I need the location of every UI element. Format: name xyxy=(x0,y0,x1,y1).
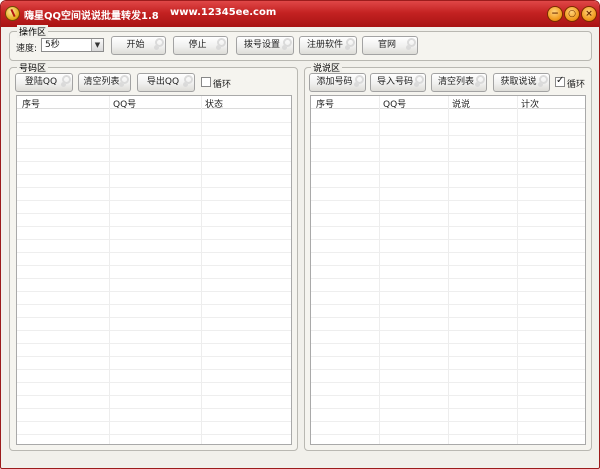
close-button[interactable]: × xyxy=(581,6,597,22)
column-header-qq[interactable]: QQ号 xyxy=(113,97,136,110)
button-decoration-icon xyxy=(184,75,193,84)
talks-list[interactable]: 序号 QQ号 说说 计次 xyxy=(310,95,586,445)
window-title: 嗨星QQ空间说说批量转发1.8 xyxy=(24,11,159,22)
talks-loop-checkbox[interactable] xyxy=(555,75,565,87)
title-url: www.12345ee.com xyxy=(170,7,277,18)
column-header-count[interactable]: 计次 xyxy=(521,97,539,110)
export-qq-button[interactable]: 导出QQ xyxy=(137,73,195,92)
website-button-label: 官网 xyxy=(377,40,396,50)
column-header-index[interactable]: 序号 xyxy=(22,97,40,110)
button-decoration-icon xyxy=(476,75,485,84)
clear-talks-button[interactable]: 清空列表 xyxy=(431,73,487,92)
stop-button-label: 停止 xyxy=(188,40,207,50)
import-number-button[interactable]: 导入号码 xyxy=(370,73,426,92)
column-header-index[interactable]: 序号 xyxy=(316,97,334,110)
fetch-talks-button[interactable]: 获取说说 xyxy=(493,73,550,92)
button-decoration-icon xyxy=(539,75,548,84)
export-qq-button-label: 导出QQ xyxy=(146,77,180,87)
column-header-status[interactable]: 状态 xyxy=(205,97,223,110)
speed-select[interactable]: 5秒 ▼ xyxy=(41,38,104,52)
start-button[interactable]: 开始 xyxy=(111,36,166,55)
speed-value: 5秒 xyxy=(45,40,60,50)
dial-settings-button[interactable]: 拨号设置 xyxy=(236,36,294,55)
stop-button[interactable]: 停止 xyxy=(173,36,228,55)
column-divider xyxy=(379,96,380,444)
column-header-qq[interactable]: QQ号 xyxy=(383,97,406,110)
column-divider xyxy=(201,96,202,444)
button-decoration-icon xyxy=(407,38,416,47)
register-button[interactable]: 注册软件 xyxy=(299,36,357,55)
register-button-label: 注册软件 xyxy=(306,40,343,50)
title-bar[interactable]: 嗨星QQ空间说说批量转发1.8 www.12345ee.com − ○ × xyxy=(1,1,599,27)
button-decoration-icon xyxy=(355,75,364,84)
app-window: 嗨星QQ空间说说批量转发1.8 www.12345ee.com − ○ × 操作… xyxy=(0,0,600,469)
numbers-list[interactable]: 序号 QQ号 状态 xyxy=(16,95,292,445)
button-decoration-icon xyxy=(120,75,129,84)
ops-group-label: 操作区 xyxy=(17,25,49,38)
add-number-button[interactable]: 添加号码 xyxy=(309,73,366,92)
button-decoration-icon xyxy=(62,75,71,84)
minimize-button[interactable]: − xyxy=(547,6,563,22)
button-decoration-icon xyxy=(283,38,292,47)
login-qq-button[interactable]: 登陆QQ xyxy=(15,73,73,92)
column-divider xyxy=(517,96,518,444)
numbers-loop-label: 循环 xyxy=(213,80,232,90)
website-button[interactable]: 官网 xyxy=(362,36,418,55)
numbers-list-header: 序号 QQ号 状态 xyxy=(17,96,291,110)
clear-talks-button-label: 清空列表 xyxy=(437,77,474,87)
button-decoration-icon xyxy=(346,38,355,47)
button-decoration-icon xyxy=(415,75,424,84)
numbers-loop-checkbox[interactable] xyxy=(201,77,211,87)
fetch-talks-button-label: 获取说说 xyxy=(500,77,537,87)
numbers-list-rows xyxy=(17,110,291,444)
column-header-talk[interactable]: 说说 xyxy=(452,97,470,110)
talks-loop-label: 循环 xyxy=(567,80,586,90)
maximize-button[interactable]: ○ xyxy=(564,6,580,22)
column-divider xyxy=(448,96,449,444)
button-decoration-icon xyxy=(155,38,164,47)
speed-label: 速度: xyxy=(16,44,38,54)
import-number-button-label: 导入号码 xyxy=(376,77,413,87)
clear-numbers-button-label: 清空列表 xyxy=(83,77,120,87)
clear-numbers-button[interactable]: 清空列表 xyxy=(78,73,131,92)
add-number-button-label: 添加号码 xyxy=(316,77,353,87)
button-decoration-icon xyxy=(217,38,226,47)
dial-settings-button-label: 拨号设置 xyxy=(243,40,280,50)
app-logo-icon xyxy=(5,6,20,21)
column-divider xyxy=(109,96,110,444)
chevron-down-icon[interactable]: ▼ xyxy=(91,39,103,51)
start-button-label: 开始 xyxy=(126,40,145,50)
login-qq-button-label: 登陆QQ xyxy=(24,77,58,87)
